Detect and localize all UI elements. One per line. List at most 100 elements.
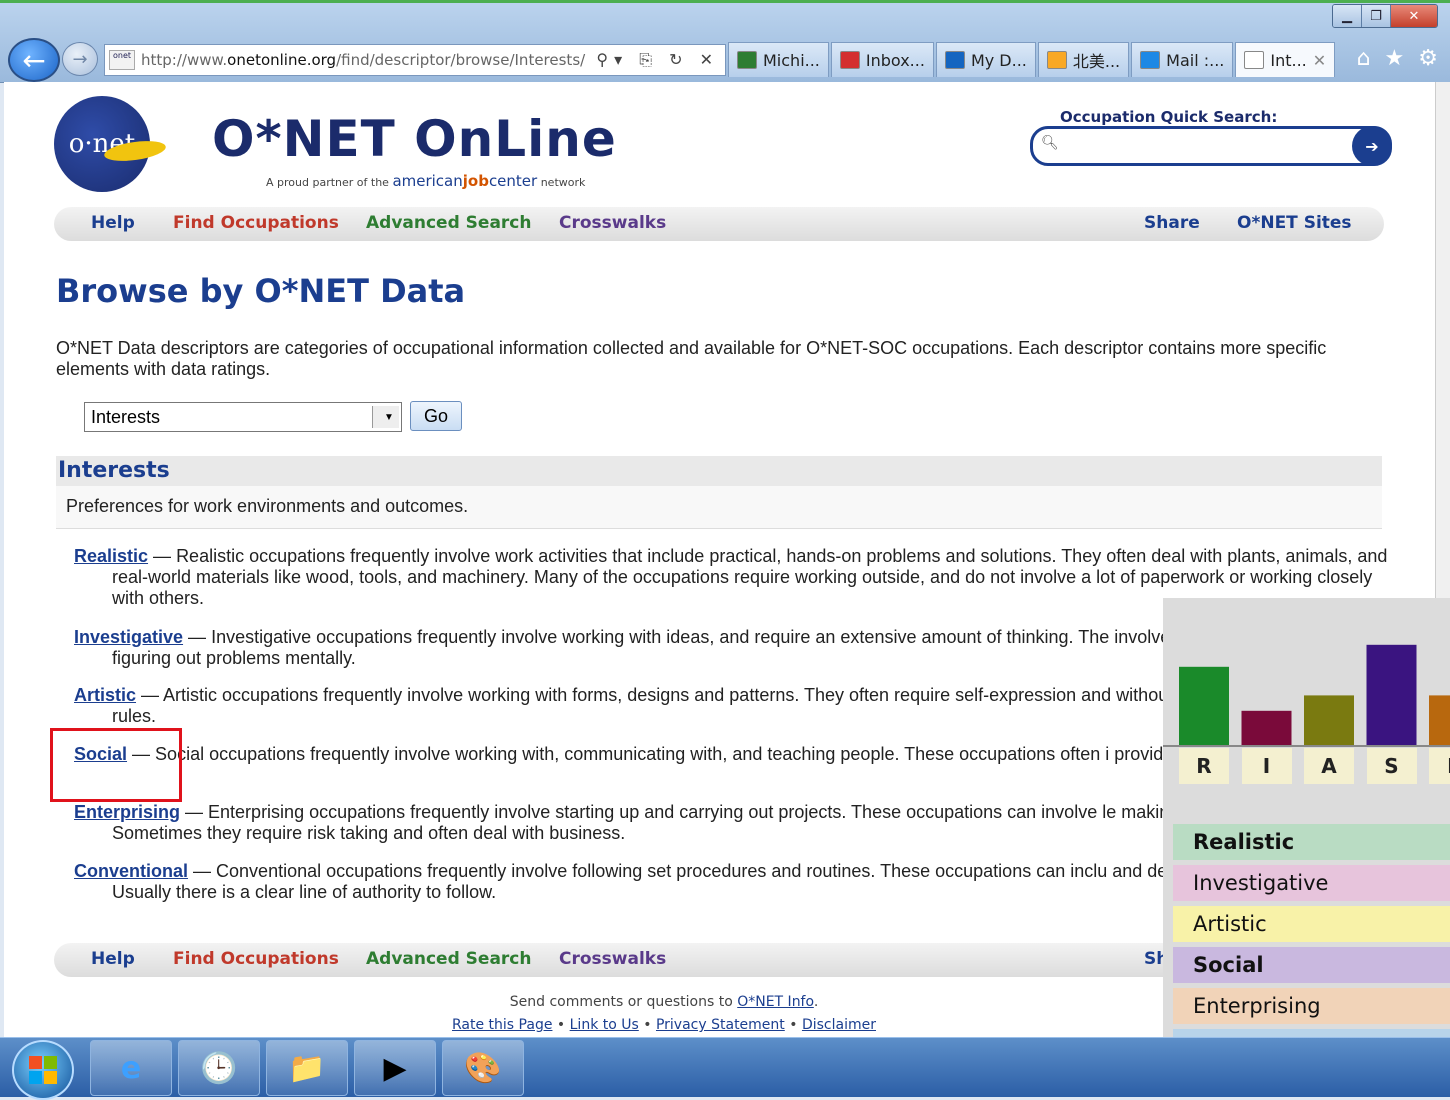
dropdown-arrow-icon[interactable]: ▼ [372, 406, 399, 428]
footer-link[interactable]: Privacy Statement [656, 1017, 785, 1033]
home-icon[interactable]: ⌂ [1357, 46, 1371, 71]
interest-link-artistic[interactable]: Artistic [74, 685, 136, 705]
nav-crosswalks[interactable]: Crosswalks [559, 213, 666, 233]
riasec-bar-A [1304, 695, 1354, 746]
footer-bullet: • [552, 1017, 570, 1033]
select-value: Interests [91, 406, 161, 427]
address-bar[interactable]: onet http://www. onetonline.org/find/desc… [104, 44, 726, 76]
footer-nav-help[interactable]: Help [91, 949, 135, 969]
site-favicon-icon: onet [109, 50, 135, 70]
search-icon: 🔍︎ [1041, 135, 1059, 151]
separator: — [180, 802, 209, 822]
social-highlight-box [50, 728, 182, 802]
windows-logo-icon [29, 1056, 57, 1084]
forward-button[interactable]: → [62, 42, 98, 76]
footer-nav-crosswalks[interactable]: Crosswalks [559, 949, 666, 969]
footer-links: Rate this Page • Link to Us • Privacy St… [4, 1017, 1324, 1033]
site-title[interactable]: O*NET OnLine [212, 110, 617, 168]
footer-nav-advanced-search[interactable]: Advanced Search [366, 949, 531, 969]
address-tools-icons[interactable]: ⚲▾ ⎘ ↻ ✕ [596, 50, 719, 70]
interest-link-enterprising[interactable]: Enterprising [74, 802, 180, 822]
taskbar-ie-icon[interactable]: e [90, 1040, 172, 1096]
riasec-bar-I [1241, 710, 1292, 746]
browser-tab[interactable]: Michi... [728, 42, 829, 77]
footer-comments: Send comments or questions to O*NET Info… [4, 994, 1324, 1010]
back-button[interactable]: ← [8, 38, 60, 82]
close-tab-icon[interactable]: ✕ [1313, 51, 1326, 70]
windows-taskbar: e 🕒 📁 ▶ 🎨 [0, 1037, 1450, 1100]
forward-arrow-icon: → [72, 48, 88, 70]
descriptor-select[interactable]: Interests ▼ [84, 402, 402, 432]
interest-link-realistic[interactable]: Realistic [74, 546, 148, 566]
browser-tab[interactable]: Mail :... [1131, 42, 1234, 77]
tab-favicon-icon [1244, 51, 1265, 69]
quick-search-go-button[interactable]: ➔ [1352, 126, 1392, 166]
separator: — [136, 685, 164, 705]
partner-brand: americanjobcenter [392, 172, 538, 190]
tab-label: 北美... [1072, 52, 1121, 71]
tab-favicon-icon [944, 51, 965, 69]
taskbar-paint-icon[interactable]: 🎨 [442, 1040, 524, 1096]
tab-favicon-icon [1046, 51, 1067, 69]
riasec-letter: I [1241, 748, 1292, 784]
window-edge [0, 0, 1450, 3]
nav-share[interactable]: Share [1144, 213, 1200, 233]
tab-label: My D... [970, 50, 1027, 70]
nav-find-occupations[interactable]: Find Occupations [173, 213, 339, 233]
start-button[interactable] [12, 1040, 74, 1100]
browser-tab[interactable]: 北美... [1037, 42, 1130, 77]
taskbar-explorer-icon[interactable]: 📁 [266, 1040, 348, 1096]
section-header: Interests [56, 456, 1382, 486]
nav-advanced-search[interactable]: Advanced Search [366, 213, 531, 233]
top-navbar: Help Find Occupations Advanced Search Cr… [54, 207, 1384, 241]
riasec-label-enterprising: Enterprising [1173, 988, 1450, 1024]
browser-tab[interactable]: Int... ✕ [1235, 42, 1336, 77]
browser-tab[interactable]: My D... [935, 42, 1036, 77]
separator: — [183, 627, 212, 647]
riasec-letter: A [1304, 748, 1354, 784]
riasec-label-artistic: Artistic [1173, 906, 1450, 942]
interest-link-conventional[interactable]: Conventional [74, 861, 188, 881]
riasec-label-social: Social [1173, 947, 1450, 983]
quick-search-input[interactable] [1061, 133, 1345, 157]
footer-link[interactable]: Link to Us [570, 1017, 639, 1033]
back-arrow-icon: ← [22, 43, 46, 77]
footer-nav-find-occupations[interactable]: Find Occupations [173, 949, 339, 969]
section-desc-text: Preferences for work environments and ou… [66, 496, 469, 516]
page-title: Browse by O*NET Data [56, 272, 466, 310]
maximize-button[interactable]: ❐ [1362, 5, 1391, 27]
minimize-button[interactable]: ▁ [1333, 5, 1362, 27]
browser-tab[interactable]: Inbox... [830, 42, 934, 77]
url-host: onetonline.org [227, 51, 337, 69]
footer-link[interactable]: Rate this Page [452, 1017, 552, 1033]
footer-period: . [813, 994, 819, 1010]
interest-link-investigative[interactable]: Investigative [74, 627, 183, 647]
interest-description: Social occupations frequently involve wo… [155, 744, 1330, 764]
taskbar-outlook-icon[interactable]: 🕒 [178, 1040, 260, 1096]
tab-label: Inbox... [865, 50, 925, 70]
tab-strip: Michi... Inbox... My D... 北美... Mail :... Int… [728, 42, 1337, 77]
favorites-star-icon[interactable]: ★ [1385, 46, 1405, 71]
go-arrow-icon: ➔ [1365, 136, 1379, 156]
riasec-letter: R [1179, 748, 1229, 784]
riasec-letter: E [1429, 748, 1450, 784]
footer-bullet: • [638, 1017, 656, 1033]
partner-line: A proud partner of the americanjobcenter… [266, 172, 585, 190]
riasec-label-list: Realistic Investigative Artistic Social Ente… [1173, 824, 1450, 1070]
nav-onet-sites[interactable]: O*NET Sites [1237, 213, 1352, 233]
quick-search-label: Occupation Quick Search: [1060, 108, 1278, 126]
close-window-button[interactable]: ✕ [1391, 5, 1437, 27]
tab-favicon-icon [1140, 51, 1161, 69]
footer-onet-info-link[interactable]: O*NET Info [737, 994, 814, 1010]
nav-help[interactable]: Help [91, 213, 135, 233]
url-prefix: http://www. [141, 51, 228, 69]
tab-label: Mail :... [1166, 50, 1225, 70]
footer-link[interactable]: Disclaimer [802, 1017, 876, 1033]
taskbar-media-player-icon[interactable]: ▶ [354, 1040, 436, 1096]
footer-bullet: • [784, 1017, 802, 1033]
tab-label: Int... [1270, 50, 1307, 70]
settings-gear-icon[interactable]: ⚙ [1418, 46, 1438, 71]
go-button[interactable]: Go [410, 401, 462, 431]
section-title: Interests [58, 458, 170, 483]
interest-description: Enterprising occupations frequently invo… [112, 802, 1314, 843]
